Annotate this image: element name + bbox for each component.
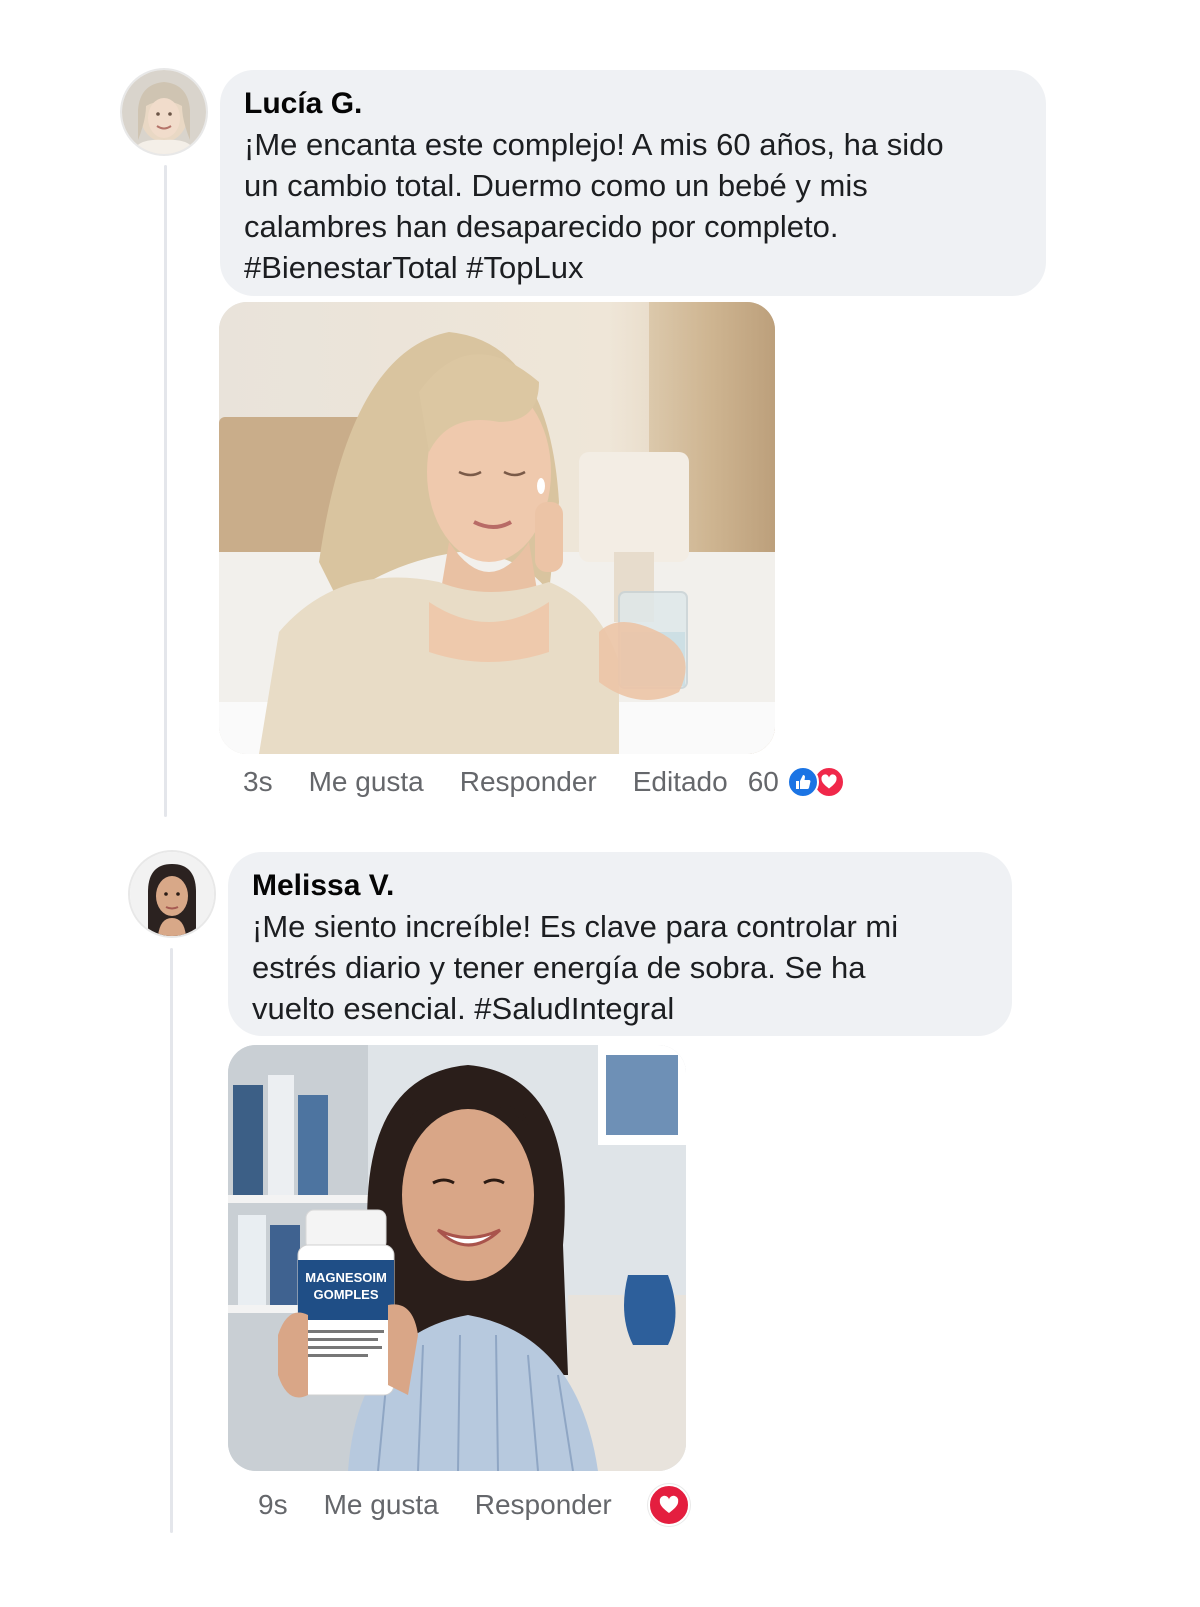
woman-holding-supplement-photo[interactable]: MAGNESOIM GOMPLES	[228, 1045, 686, 1471]
edited-label[interactable]: Editado	[633, 766, 728, 798]
bottle-label-line1: MAGNESOIM	[305, 1270, 387, 1285]
comment-author[interactable]: Lucía G.	[244, 86, 1022, 122]
woman-taking-pill-photo[interactable]	[219, 302, 775, 754]
comment-timestamp[interactable]: 9s	[258, 1489, 288, 1521]
like-button[interactable]: Me gusta	[324, 1489, 439, 1521]
reaction-count[interactable]: 60	[748, 766, 779, 798]
reply-button[interactable]: Responder	[475, 1489, 612, 1521]
comment-actions: 9s Me gusta Responder	[258, 1484, 690, 1526]
like-icon[interactable]	[786, 766, 819, 798]
comment-text: ¡Me encanta este complejo! A mis 60 años…	[244, 127, 944, 285]
like-button[interactable]: Me gusta	[309, 766, 424, 798]
love-icon[interactable]	[647, 1484, 690, 1526]
comment-bubble: Melissa V. ¡Me siento increíble! Es clav…	[228, 852, 1012, 1036]
avatar-melissa[interactable]	[130, 852, 214, 936]
comment-author[interactable]: Melissa V.	[252, 868, 988, 904]
thread-line	[170, 948, 173, 1533]
reply-button[interactable]: Responder	[460, 766, 597, 798]
comment-actions: 3s Me gusta Responder Editado 60	[243, 766, 845, 798]
avatar-lucia[interactable]	[122, 70, 206, 154]
comment-text: ¡Me siento increíble! Es clave para cont…	[252, 909, 899, 1026]
comment-bubble: Lucía G. ¡Me encanta este complejo! A mi…	[220, 70, 1046, 296]
comment-timestamp[interactable]: 3s	[243, 766, 273, 798]
thread-line	[164, 165, 167, 817]
bottle-label-line2: GOMPLES	[313, 1287, 378, 1302]
